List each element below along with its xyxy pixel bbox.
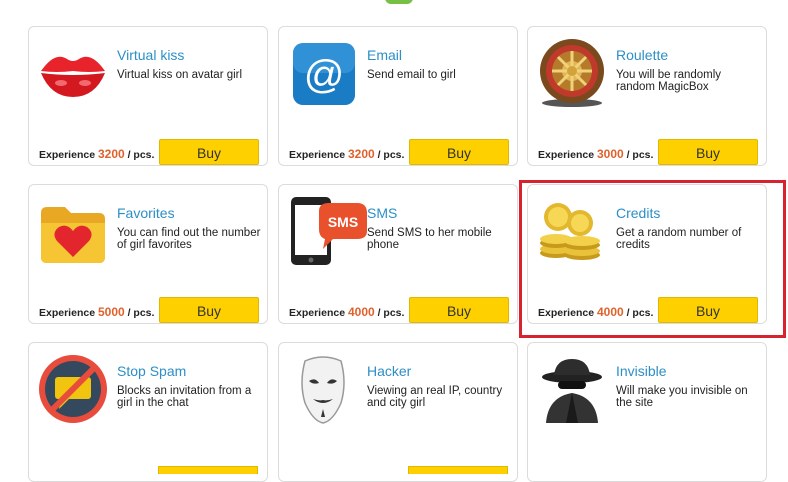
shop-card-email: @ Email Send email to girl Experience 32… [278,26,518,166]
spy-icon [536,353,608,425]
item-description: Viewing an real IP, country and city gir… [367,385,503,409]
item-experience: Experience 3200 / pcs. [289,147,405,161]
item-experience: Experience 3200 / pcs. [39,147,155,161]
shop-card-virtual-kiss: Virtual kiss Virtual kiss on avatar girl… [28,26,268,166]
item-experience: Experience 4000 / pcs. [289,305,405,319]
shop-card-roulette: Roulette You will be randomly random Mag… [527,26,767,166]
shop-card-stop-spam: Stop Spam Blocks an invitation from a gi… [28,342,268,482]
item-title: Virtual kiss [117,47,185,63]
item-description: Send email to girl [367,69,456,81]
item-description: Virtual kiss on avatar girl [117,69,243,81]
item-description: You will be randomly random MagicBox [616,69,722,93]
buy-button[interactable]: Buy [658,139,758,165]
item-title: Invisible [616,363,667,379]
roulette-icon [536,37,608,109]
buy-button-partial[interactable] [408,466,508,474]
item-title: Hacker [367,363,412,379]
svg-text:SMS: SMS [328,214,358,230]
item-title: Roulette [616,47,669,63]
shop-card-favorites: Favorites You can find out the number of… [28,184,268,324]
shop-card-invisible: Invisible Will make you invisible on the… [527,342,767,482]
item-description: Blocks an invitation from a girl in the … [117,385,252,409]
item-title: Stop Spam [117,363,187,379]
buy-button[interactable]: Buy [159,139,259,165]
buy-button[interactable]: Buy [409,139,509,165]
svg-text:@: @ [304,53,345,97]
lips-icon [37,37,109,109]
item-description: Send SMS to her mobile phone [367,227,492,251]
top-tab-indicator [385,0,413,4]
selection-highlight [519,180,786,338]
buy-button[interactable]: Buy [159,297,259,323]
item-description: Will make you invisible on the site [616,385,748,409]
sms-phone-icon: SMS [287,195,367,267]
item-description: You can find out the number of girl favo… [117,227,261,251]
item-experience: Experience 3000 / pcs. [538,147,654,161]
email-icon: @ [287,37,359,109]
item-title: Email [367,47,403,63]
stop-spam-icon [37,353,109,425]
favorites-folder-icon [37,195,109,267]
item-title: SMS [367,205,398,221]
buy-button-partial[interactable] [158,466,258,474]
hacker-mask-icon [287,353,359,425]
item-experience: Experience 5000 / pcs. [39,305,155,319]
shop-card-sms: SMS SMS Send SMS to her mobile phone Exp… [278,184,518,324]
buy-button[interactable]: Buy [409,297,509,323]
item-title: Favorites [117,205,175,221]
shop-card-hacker: Hacker Viewing an real IP, country and c… [278,342,518,482]
